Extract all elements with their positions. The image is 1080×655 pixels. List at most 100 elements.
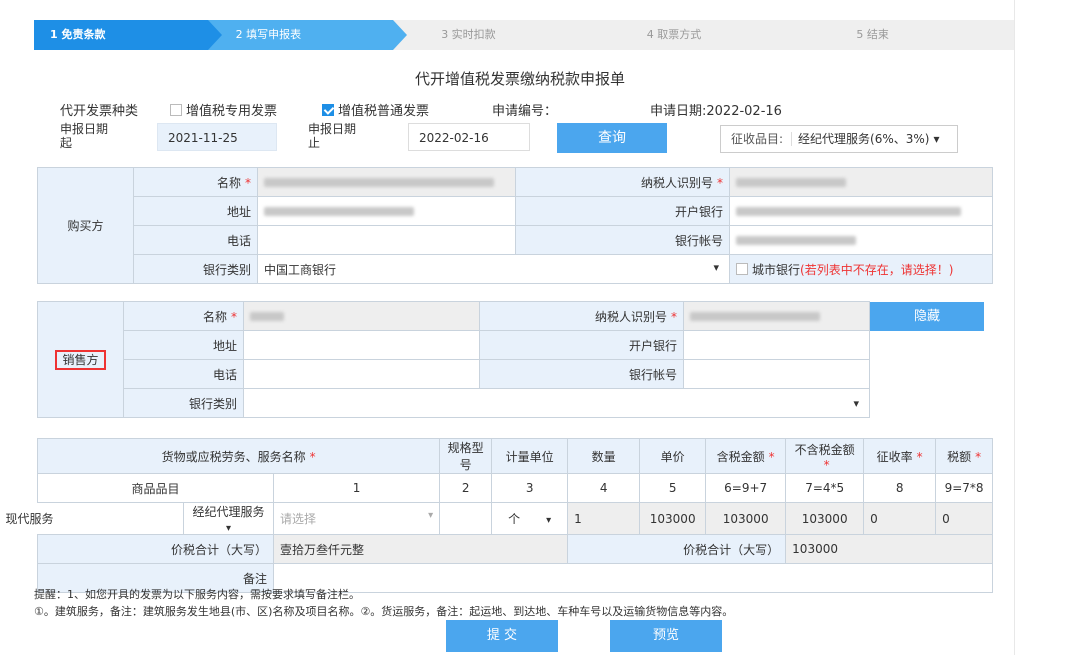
apply-date: 申请日期:2022-02-16 xyxy=(650,104,782,119)
item-select-value: 经纪代理服务 xyxy=(192,505,265,519)
buyer-tin-field[interactable] xyxy=(729,167,993,197)
name-label-text: 名称 xyxy=(216,175,241,190)
header-tax-text: 税额 xyxy=(947,449,972,464)
hide-button-cell: 隐藏 xyxy=(870,301,993,331)
index-9: 9=7*8 xyxy=(935,473,993,503)
index-8: 8 xyxy=(863,473,937,503)
special-invoice-label: 增值税专用发票 xyxy=(186,104,278,119)
city-bank-hint: (若列表中不存在，请选择！) xyxy=(800,262,954,277)
step-1-label: 1 免责条款 xyxy=(50,28,106,41)
item-subselect-placeholder: 请选择 xyxy=(280,512,317,526)
step-4: 4 取票方式 xyxy=(598,20,819,50)
item-tax: 0 xyxy=(935,502,993,535)
progress-steps: 1 免责条款 2 填写申报表 3 实时扣款 4 取票方式 5 结束 xyxy=(34,20,1014,50)
item-spec-input[interactable] xyxy=(439,502,493,535)
total-upper-label: 价税合计（大写） xyxy=(37,534,274,564)
seller-addr-label: 地址 xyxy=(123,330,244,360)
preview-button[interactable]: 预览 xyxy=(610,620,722,652)
start-date-input[interactable]: 2021-11-25 xyxy=(157,123,277,151)
chevron-down-icon: ▾ xyxy=(933,132,940,146)
index-5: 5 xyxy=(639,473,707,503)
checkbox-checked-icon[interactable] xyxy=(322,104,334,116)
seller-bank-field[interactable] xyxy=(683,330,870,360)
hide-button[interactable]: 隐藏 xyxy=(870,301,984,331)
header-name: 货物或应税劳务、服务名称 * xyxy=(36,438,441,474)
levy-value: 经纪代理服务(6%、3%) xyxy=(798,132,930,146)
seller-phone-label: 电话 xyxy=(123,359,244,389)
item-qty-input[interactable]: 1 xyxy=(567,502,641,535)
apply-no-label: 申请编号： xyxy=(492,104,558,119)
normal-invoice-label: 增值税普通发票 xyxy=(338,104,430,119)
item-price-input[interactable]: 103000 xyxy=(639,502,707,535)
step-5: 5 结束 xyxy=(804,20,1014,50)
seller-phone-field[interactable] xyxy=(243,359,480,389)
chevron-down-icon: ▾ xyxy=(225,523,232,534)
special-invoice-option[interactable]: 增值税专用发票 xyxy=(170,100,277,119)
levy-item-select[interactable]: 征收品目: 经纪代理服务(6%、3%) ▾ xyxy=(720,125,958,153)
buyer-account-field[interactable] xyxy=(729,225,993,255)
redacted-value xyxy=(250,312,284,321)
buyer-name-field[interactable] xyxy=(257,167,516,197)
buyer-name-label: 名称 * xyxy=(133,167,258,197)
index-6: 6=9+7 xyxy=(705,473,787,503)
buyer-bank-type-select[interactable]: 中国工商银行 ▾ xyxy=(257,254,730,284)
step-2: 2 填写申报表 xyxy=(207,20,408,50)
normal-invoice-option[interactable]: 增值税普通发票 xyxy=(322,100,429,119)
empty-cell xyxy=(870,389,993,418)
header-name-text: 货物或应税劳务、服务名称 xyxy=(161,449,306,464)
seller-side-cell: 销售方 xyxy=(37,301,124,418)
item-subselect[interactable]: 请选择 ▾ xyxy=(272,502,441,535)
item-select[interactable]: 经纪代理服务 ▾ xyxy=(183,502,274,535)
buyer-bank-field[interactable] xyxy=(729,196,993,226)
step-1: 1 免责条款 xyxy=(34,20,222,50)
buyer-addr-field[interactable] xyxy=(257,196,516,226)
header-rate: 征收率 * xyxy=(863,438,937,474)
seller-account-field[interactable] xyxy=(683,359,870,389)
buyer-account-label: 银行帐号 xyxy=(515,225,730,255)
total-lower-label: 价税合计（大写） xyxy=(567,534,787,564)
submit-button[interactable]: 提 交 xyxy=(446,620,558,652)
step-3-label: 3 实时扣款 xyxy=(441,28,496,41)
name-label-text: 名称 xyxy=(202,309,227,324)
header-tax-incl: 含税金额 * xyxy=(705,438,787,474)
seller-bank-label: 开户银行 xyxy=(479,330,684,360)
item-category: 现代服务 xyxy=(0,502,146,535)
redacted-value xyxy=(264,207,414,216)
header-spec: 规格型号 xyxy=(439,438,493,474)
city-bank-option[interactable]: 城市银行(若列表中不存在，请选择！) xyxy=(729,254,993,284)
total-upper-value: 壹拾万叁仟元整 xyxy=(272,534,569,564)
redacted-value xyxy=(736,178,846,187)
header-rate-text: 征收率 xyxy=(876,449,913,464)
tin-label-text: 纳税人识别号 xyxy=(594,309,667,324)
page-divider xyxy=(1014,0,1015,655)
index-4: 4 xyxy=(567,473,641,503)
levy-label: 征收品目: xyxy=(731,132,793,146)
period-row: 申报日期起 2021-11-25 申报日期止 2022-02-16 查询 征收品… xyxy=(60,120,980,154)
city-bank-label: 城市银行 xyxy=(752,262,801,277)
buyer-phone-label: 电话 xyxy=(133,225,258,255)
seller-name-field[interactable] xyxy=(243,301,480,331)
page-title: 代开增值税发票缴纳税款申报单 xyxy=(414,70,625,88)
end-date-input[interactable]: 2022-02-16 xyxy=(408,123,530,151)
index-2: 2 xyxy=(439,473,493,503)
buyer-phone-field[interactable] xyxy=(257,225,516,255)
checkbox-icon[interactable] xyxy=(736,262,748,275)
item-rate: 0 xyxy=(863,502,937,535)
items-table: 货物或应税劳务、服务名称 * 规格型号 计量单位 数量 单价 含税金额 * 不含税金… xyxy=(0,438,993,593)
query-button[interactable]: 查询 xyxy=(557,123,667,153)
checkbox-icon[interactable] xyxy=(170,104,182,116)
empty-cell xyxy=(870,360,993,389)
end-date-label: 申报日期止 xyxy=(308,122,357,150)
seller-addr-field[interactable] xyxy=(243,330,480,360)
seller-tin-field[interactable] xyxy=(683,301,870,331)
index-7: 7=4*5 xyxy=(785,473,865,503)
redacted-value xyxy=(736,207,961,216)
bank-type-value: 中国工商银行 xyxy=(264,262,337,277)
seller-name-label: 名称 * xyxy=(123,301,244,331)
redacted-value xyxy=(736,236,856,245)
buyer-addr-label: 地址 xyxy=(133,196,258,226)
redacted-value xyxy=(690,312,820,321)
tin-label-text: 纳税人识别号 xyxy=(640,175,713,190)
seller-bank-type-select[interactable]: ▾ xyxy=(243,388,870,418)
item-unit-select[interactable]: 个 ▾ xyxy=(491,502,569,535)
